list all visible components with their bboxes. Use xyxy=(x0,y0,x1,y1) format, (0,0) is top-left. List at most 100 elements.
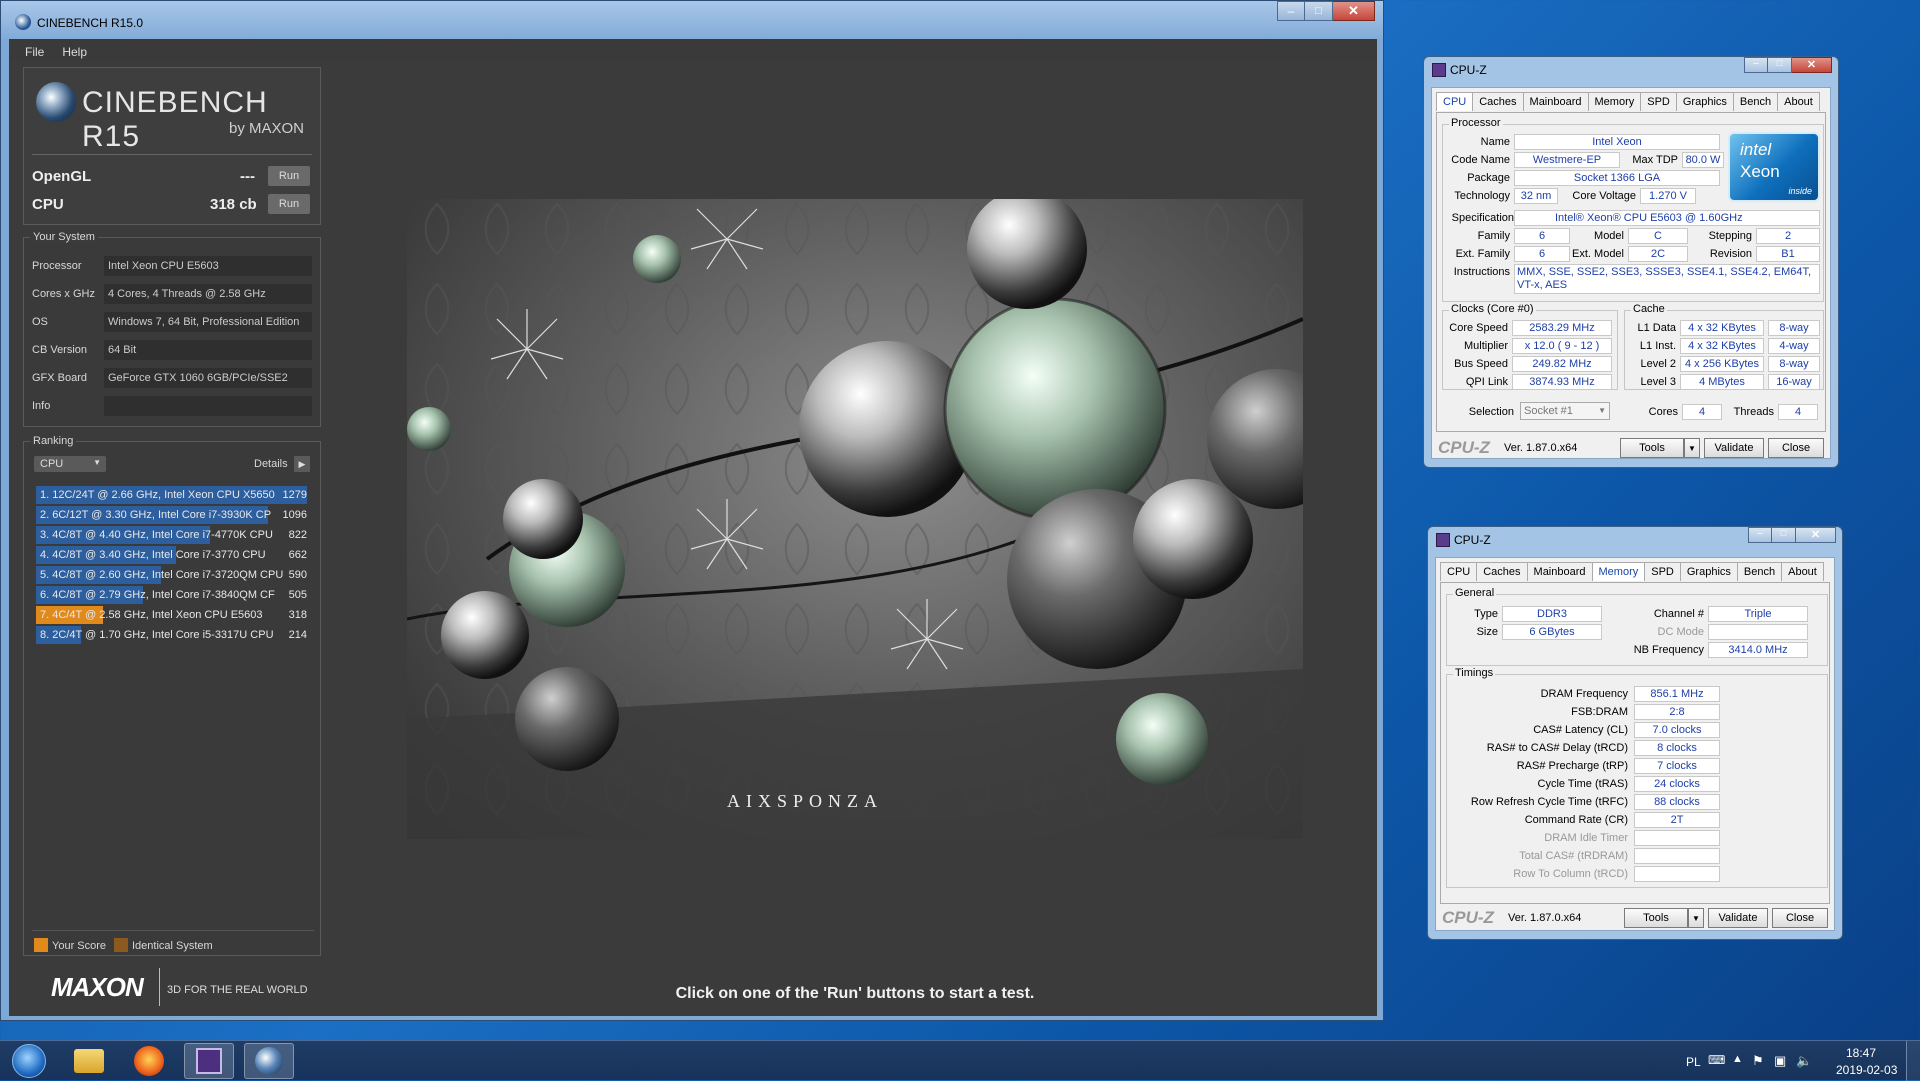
validate-button[interactable]: Validate xyxy=(1708,908,1768,928)
volume-icon[interactable]: 🔈 xyxy=(1796,1053,1812,1069)
timing-value: 7.0 clocks xyxy=(1634,722,1720,738)
menu-help[interactable]: Help xyxy=(62,45,87,59)
taskbar-explorer[interactable] xyxy=(64,1043,114,1079)
ranking-row[interactable]: 4. 4C/8T @ 3.40 GHz, Intel Core i7-3770 … xyxy=(36,546,311,564)
menu-file[interactable]: File xyxy=(25,45,44,59)
ranking-row[interactable]: 8. 2C/4T @ 1.70 GHz, Intel Core i5-3317U… xyxy=(36,626,311,644)
start-button[interactable] xyxy=(4,1043,54,1079)
system-row-label: Info xyxy=(32,400,51,412)
cache-heading: Cache xyxy=(1631,303,1667,315)
taskbar-cpuz[interactable] xyxy=(184,1043,234,1079)
ranking-row-score: 505 xyxy=(288,589,307,601)
tab-caches[interactable]: Caches xyxy=(1472,92,1524,111)
tab-bench[interactable]: Bench xyxy=(1736,562,1783,581)
clock-value: 3874.93 MHz xyxy=(1512,374,1612,390)
tab-graphics[interactable]: Graphics xyxy=(1675,92,1734,111)
maximize-button[interactable]: □ xyxy=(1772,527,1796,543)
tools-button[interactable]: Tools xyxy=(1624,908,1688,928)
ranking-row[interactable]: 2. 6C/12T @ 3.30 GHz, Intel Core i7-3930… xyxy=(36,506,311,524)
technology-label: Technology xyxy=(1454,190,1510,202)
timing-label: Row To Column (tRCD) xyxy=(1513,868,1628,880)
cpuz-title: CPU-Z xyxy=(1454,533,1491,547)
maximize-button[interactable]: □ xyxy=(1768,57,1792,73)
taskbar: PL ⌨ ▲ ⚑ ▣ 🔈 18:47 2019-02-03 xyxy=(0,1040,1920,1081)
minimize-button[interactable]: – xyxy=(1744,57,1768,73)
clock-time[interactable]: 18:47 xyxy=(1846,1046,1876,1060)
cache-way: 8-way xyxy=(1768,320,1820,336)
show-desktop-button[interactable] xyxy=(1906,1041,1920,1081)
maxon-logo: MAXON xyxy=(51,972,144,1002)
tab-memory[interactable]: Memory xyxy=(1591,562,1646,581)
minimize-button[interactable]: – xyxy=(1277,1,1305,21)
tab-graphics[interactable]: Graphics xyxy=(1679,562,1738,581)
clock-date[interactable]: 2019-02-03 xyxy=(1836,1063,1897,1077)
maximize-button[interactable]: □ xyxy=(1305,1,1333,21)
tab-memory[interactable]: Memory xyxy=(1587,92,1642,111)
timing-value xyxy=(1634,848,1720,864)
type-label: Type xyxy=(1474,608,1498,620)
tab-about[interactable]: About xyxy=(1777,92,1820,111)
cpuz-close-button[interactable]: Close xyxy=(1772,908,1828,928)
tab-cpu[interactable]: CPU xyxy=(1436,92,1474,111)
ranking-row-text: 5. 4C/8T @ 2.60 GHz, Intel Core i7-3720Q… xyxy=(40,569,284,581)
clock-value: 2583.29 MHz xyxy=(1512,320,1612,336)
cpu-run-button[interactable]: Run xyxy=(268,194,310,214)
ranking-row[interactable]: 5. 4C/8T @ 2.60 GHz, Intel Core i7-3720Q… xyxy=(36,566,311,584)
details-arrow-button[interactable]: ▶ xyxy=(294,456,310,472)
specification-value: Intel® Xeon® CPU E5603 @ 1.60GHz xyxy=(1514,210,1820,226)
ranking-row[interactable]: 7. 4C/4T @ 2.58 GHz, Intel Xeon CPU E560… xyxy=(36,606,311,624)
ranking-row[interactable]: 6. 4C/8T @ 2.79 GHz, Intel Core i7-3840Q… xyxy=(36,586,311,604)
action-center-flag-icon[interactable]: ⚑ xyxy=(1752,1053,1764,1069)
taskbar-firefox[interactable] xyxy=(124,1043,174,1079)
tools-dropdown-button[interactable]: ▼ xyxy=(1684,438,1700,458)
tools-dropdown-button[interactable]: ▼ xyxy=(1688,908,1704,928)
opengl-run-button[interactable]: Run xyxy=(268,166,310,186)
tab-bench[interactable]: Bench xyxy=(1732,92,1779,111)
ext-model-value: 2C xyxy=(1628,246,1688,262)
maxon-footer: MAXON 3D FOR THE REAL WORLD xyxy=(23,966,321,1012)
start-orb-icon xyxy=(12,1044,46,1078)
ranking-row-text: 4. 4C/8T @ 3.40 GHz, Intel Core i7-3770 … xyxy=(40,549,266,561)
timing-label: Total CAS# (tRDRAM) xyxy=(1519,850,1628,862)
cpuz-version: Ver. 1.87.0.x64 xyxy=(1504,442,1578,454)
close-button[interactable]: ✕ xyxy=(1792,57,1832,73)
timing-value xyxy=(1634,866,1720,882)
cinebench-titlebar[interactable]: CINEBENCH R15.0 – □ ✕ xyxy=(1,1,1383,39)
selection-dropdown[interactable]: Socket #1 ▼ xyxy=(1520,402,1610,420)
network-icon[interactable]: ▣ xyxy=(1774,1053,1786,1069)
tab-mainboard[interactable]: Mainboard xyxy=(1526,562,1593,581)
ext-family-value: 6 xyxy=(1514,246,1570,262)
tab-about[interactable]: About xyxy=(1781,562,1824,581)
tab-spd[interactable]: SPD xyxy=(1640,92,1677,111)
selection-label: Selection xyxy=(1468,406,1514,418)
instructions-value: MMX, SSE, SSE2, SSE3, SSSE3, SSE4.1, SSE… xyxy=(1514,264,1820,294)
core-voltage-label: Core Voltage xyxy=(1572,190,1636,202)
ranking-select[interactable]: CPU ▼ xyxy=(34,456,106,472)
ranking-row-score: 214 xyxy=(288,629,307,641)
cpuz-titlebar[interactable]: CPU-Z – □ ✕ xyxy=(1424,57,1838,81)
validate-button[interactable]: Validate xyxy=(1704,438,1764,458)
show-hidden-icons-icon[interactable]: ▲ xyxy=(1732,1053,1743,1065)
cache-size: 4 x 32 KBytes xyxy=(1680,320,1764,336)
tab-mainboard[interactable]: Mainboard xyxy=(1522,92,1589,111)
timing-value: 2:8 xyxy=(1634,704,1720,720)
tab-cpu[interactable]: CPU xyxy=(1440,562,1478,581)
ranking-row-text: 1. 12C/24T @ 2.66 GHz, Intel Xeon CPU X5… xyxy=(40,489,275,501)
timing-value: 88 clocks xyxy=(1634,794,1720,810)
tab-spd[interactable]: SPD xyxy=(1644,562,1681,581)
cpuz-app-icon xyxy=(1432,63,1446,77)
cpu-label: CPU xyxy=(32,196,64,213)
close-button[interactable]: ✕ xyxy=(1333,1,1375,21)
system-row-label: CB Version xyxy=(32,344,88,356)
keyboard-icon[interactable]: ⌨ xyxy=(1708,1053,1725,1067)
tools-button[interactable]: Tools xyxy=(1620,438,1684,458)
ranking-row[interactable]: 1. 12C/24T @ 2.66 GHz, Intel Xeon CPU X5… xyxy=(36,486,311,504)
minimize-button[interactable]: – xyxy=(1748,527,1772,543)
ranking-row[interactable]: 3. 4C/8T @ 4.40 GHz, Intel Core i7-4770K… xyxy=(36,526,311,544)
cpuz-close-button[interactable]: Close xyxy=(1768,438,1824,458)
tab-caches[interactable]: Caches xyxy=(1476,562,1528,581)
close-button[interactable]: ✕ xyxy=(1796,527,1836,543)
language-indicator[interactable]: PL xyxy=(1686,1055,1701,1069)
cpuz-titlebar[interactable]: CPU-Z – □ ✕ xyxy=(1428,527,1842,551)
taskbar-cinebench[interactable] xyxy=(244,1043,294,1079)
